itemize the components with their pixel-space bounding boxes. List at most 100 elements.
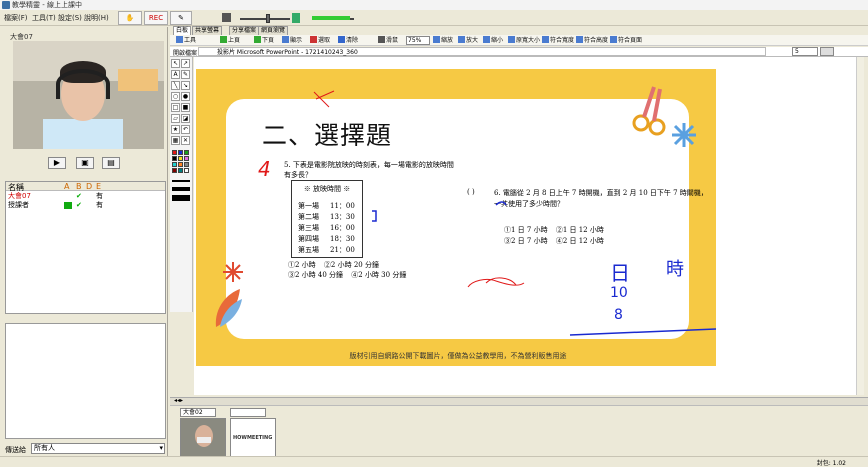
- clear-tool-icon[interactable]: ✕: [181, 136, 190, 145]
- clear-button[interactable]: 清除: [338, 36, 358, 45]
- prev-page-button[interactable]: 上頁: [220, 36, 240, 45]
- chat-target-select[interactable]: 所有人 ▾: [31, 443, 165, 454]
- color-black-swatch[interactable]: [172, 156, 177, 161]
- color-red-swatch[interactable]: [172, 150, 177, 155]
- highlighter-tool-icon[interactable]: ▱: [171, 114, 180, 123]
- fill-ellipse-tool-icon[interactable]: ●: [181, 92, 190, 101]
- stamp-tool-icon[interactable]: ★: [171, 125, 180, 134]
- arrow-tool-icon[interactable]: ↘: [181, 81, 190, 90]
- mouse-button[interactable]: 滑鼠: [378, 36, 398, 45]
- video-snapshot-button[interactable]: ▣: [76, 157, 94, 169]
- logo-thumbnail: HOWMEETING: [230, 418, 276, 458]
- camera-select[interactable]: 大會02: [180, 408, 216, 417]
- zoom-out-icon: [483, 36, 490, 43]
- user-row[interactable]: 授課者 ✔ 有: [8, 201, 158, 210]
- speaker-volume-knob[interactable]: [266, 14, 270, 23]
- line-tool-icon[interactable]: ╲: [171, 81, 180, 90]
- color-magenta-swatch[interactable]: [184, 156, 189, 161]
- actual-size-button[interactable]: 原寬大小: [508, 36, 540, 45]
- zoom-select[interactable]: 75%: [406, 36, 430, 45]
- record-button[interactable]: REC: [144, 11, 168, 25]
- undo-tool-icon[interactable]: ↶: [181, 125, 190, 134]
- user-list-col-a: A: [64, 182, 70, 191]
- video-person-body: [43, 119, 123, 149]
- color-blue-swatch[interactable]: [178, 150, 183, 155]
- fit-height-button[interactable]: 符合高度: [576, 36, 608, 45]
- speaker-volume-slider[interactable]: [240, 18, 290, 20]
- bottom-splitter[interactable]: ◂◂▸: [170, 397, 868, 405]
- mic-level-bar: [312, 16, 350, 20]
- arrows-icon: ◂◂▸: [174, 397, 184, 404]
- display-button[interactable]: 顯示: [282, 36, 302, 45]
- drawing-tool-strip: ↖ ↗ A ✎ ╲ ↘ ○ ● □ ■ ▱ ◪ ★ ↶ ▦ ✕: [170, 57, 193, 312]
- color-white-swatch[interactable]: [184, 168, 189, 173]
- zoom-in-button[interactable]: 放大: [458, 36, 478, 45]
- secondary-select[interactable]: [230, 408, 266, 417]
- tab-whiteboard[interactable]: 白板: [173, 26, 192, 35]
- tab-share-screen[interactable]: 共享螢幕: [192, 26, 223, 35]
- line-width-thin[interactable]: [172, 180, 190, 182]
- color-green-swatch[interactable]: [184, 150, 189, 155]
- fit-height-icon: [576, 36, 583, 43]
- rect-tool-icon[interactable]: □: [171, 103, 180, 112]
- menu-file[interactable]: 檔案(F): [4, 13, 28, 23]
- handwritten-ten: 10: [610, 285, 628, 301]
- tab-web-browse[interactable]: 網頁瀏覽: [258, 26, 289, 35]
- menu-help[interactable]: 說明(H): [84, 13, 109, 23]
- tools-menu-button[interactable]: 工具: [176, 36, 196, 45]
- select-tool-icon[interactable]: ↗: [181, 59, 190, 68]
- whiteboard-canvas[interactable]: 二、選擇題 5. 下表是電影院放映的時刻表，每一場電影的放映時間有多長？ ※ 放…: [194, 57, 863, 395]
- user-list-col-e: E: [96, 182, 102, 191]
- ellipse-tool-icon[interactable]: ○: [171, 92, 180, 101]
- handwritten-answer-4: 4: [258, 157, 271, 181]
- page-go-button[interactable]: [820, 47, 834, 56]
- record-label: REC: [148, 14, 164, 22]
- document-path-select[interactable]: 投影片 Microsoft PowerPoint - 1721410243_36…: [198, 47, 766, 56]
- video-play-button[interactable]: ▶: [48, 157, 66, 169]
- pen-button[interactable]: ✎: [170, 11, 192, 25]
- zoom-button[interactable]: 縮放: [433, 36, 453, 45]
- video-fullscreen-button[interactable]: ▤: [102, 157, 120, 169]
- actual-size-icon: [508, 36, 515, 43]
- chat-history[interactable]: [5, 323, 166, 439]
- hand-raise-button[interactable]: ✋: [118, 11, 142, 25]
- color-gray-swatch[interactable]: [184, 162, 189, 167]
- color-teal-swatch[interactable]: [178, 168, 183, 173]
- line-width-thick[interactable]: [172, 195, 190, 201]
- user-row[interactable]: 大會07 ✔ 有: [8, 192, 158, 201]
- pen-tool-icon[interactable]: ✎: [181, 70, 190, 79]
- user-list-header: 名稱 A B D E: [6, 182, 165, 192]
- eraser-tool-icon[interactable]: ◪: [181, 114, 190, 123]
- fit-width-button[interactable]: 符合寬度: [542, 36, 574, 45]
- zoom-out-button[interactable]: 縮小: [483, 36, 503, 45]
- tab-share-file[interactable]: 分享檔案: [229, 26, 260, 35]
- menu-settings[interactable]: 設定(S): [58, 13, 82, 23]
- select-button[interactable]: 選取: [310, 36, 330, 45]
- slide: 二、選擇題 5. 下表是電影院放映的時刻表，每一場電影的放映時間有多長？ ※ 放…: [196, 69, 716, 366]
- status-bar: 封包: 1.02: [0, 456, 868, 467]
- fit-page-icon: [610, 36, 617, 43]
- handwritten-eight: 8: [614, 307, 623, 323]
- pointer-tool-icon[interactable]: ↖: [171, 59, 180, 68]
- fill-rect-tool-icon[interactable]: ■: [181, 103, 190, 112]
- menu-tools[interactable]: 工具(T): [32, 13, 56, 23]
- check-icon: ✔: [76, 201, 82, 209]
- next-page-button[interactable]: 下頁: [254, 36, 274, 45]
- line-width-medium[interactable]: [172, 187, 190, 191]
- user-status: 有: [96, 192, 103, 200]
- document-address-bar: 開啟檔案 投影片 Microsoft PowerPoint - 17214102…: [170, 47, 868, 57]
- color-orange-swatch[interactable]: [178, 162, 183, 167]
- color-yellow-swatch[interactable]: [178, 156, 183, 161]
- text-tool-icon[interactable]: A: [171, 70, 180, 79]
- canvas-vertical-scrollbar[interactable]: [856, 57, 864, 395]
- teacher-video-thumbnail[interactable]: [180, 418, 226, 458]
- color-maroon-swatch[interactable]: [172, 168, 177, 173]
- image-tool-icon[interactable]: ▦: [171, 136, 180, 145]
- display-icon: [282, 36, 289, 43]
- fit-page-button[interactable]: 符合頁面: [610, 36, 642, 45]
- user-list-col-d: D: [86, 182, 93, 191]
- content-toolbar: 工具 上頁 下頁 顯示 選取 清除 滑鼠 75% 縮放 放大 縮小 原寬大小 符…: [170, 35, 868, 46]
- page-number-select[interactable]: 5: [792, 47, 818, 56]
- color-cyan-swatch[interactable]: [172, 162, 177, 167]
- chat-target: 傳送給 所有人 ▾: [5, 443, 166, 455]
